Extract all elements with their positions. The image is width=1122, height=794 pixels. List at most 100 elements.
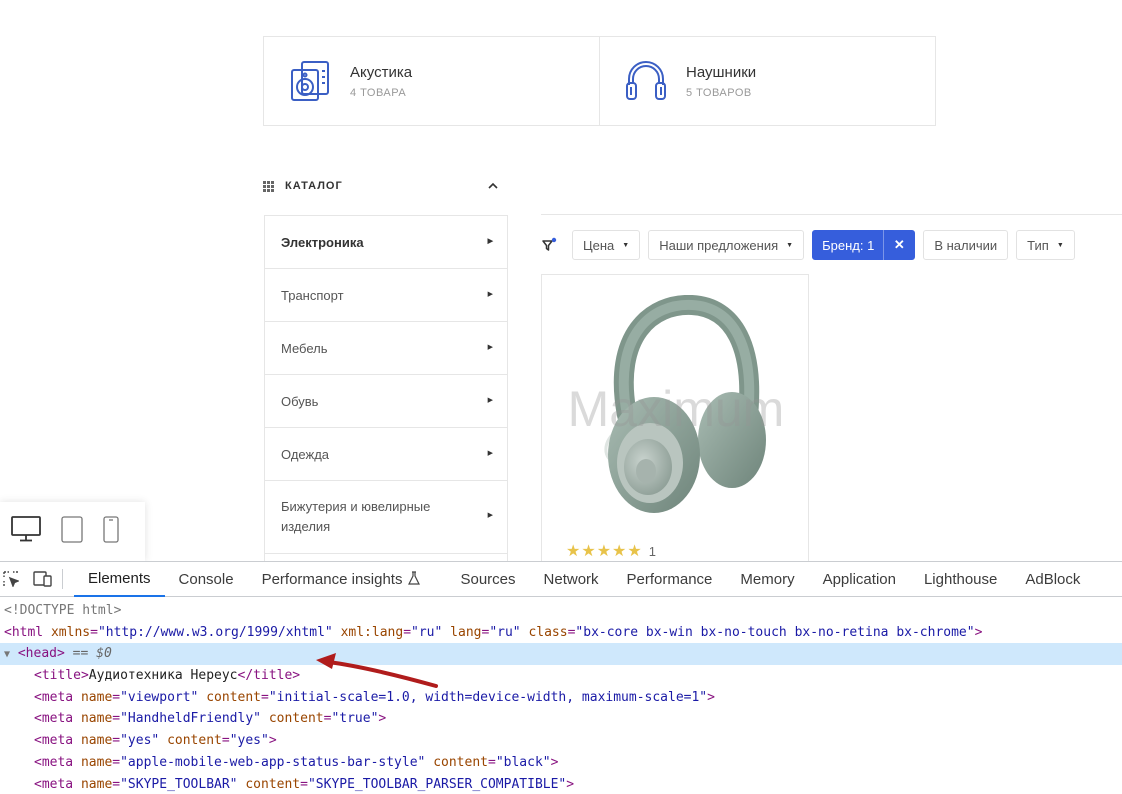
dom-node-html[interactable]: <html xmlns="http://www.w3.org/1999/xhtm…: [0, 622, 1122, 644]
caret-right-icon: ▶: [487, 450, 493, 457]
filter-label: Тип: [1027, 237, 1049, 253]
attr-value: "SKYPE_TOOLBAR": [120, 776, 238, 792]
category-card-acoustics[interactable]: Акустика 4 ТОВАРА: [264, 37, 599, 125]
sidebar-item-label: Одежда: [281, 446, 330, 462]
product-card[interactable]: Maximum ★★★★★ 1: [541, 274, 809, 561]
dom-node-head-selected[interactable]: ▼ <head> == $0: [0, 643, 1122, 666]
attr-value: "true": [331, 711, 379, 727]
sidebar-item-electronics[interactable]: Электроника ▶: [265, 216, 507, 269]
filter-type-dropdown[interactable]: Тип ▼: [1016, 230, 1075, 260]
title-text: Аудиотехника Нереус: [88, 668, 238, 684]
sidebar-item-label: Электроника: [281, 234, 364, 250]
filter-in-stock-button[interactable]: В наличии: [923, 230, 1009, 260]
filter-bar: Цена ▼ Наши предложения ▼ Бренд: 1 ✕ В н…: [541, 230, 1083, 260]
attr-value: "HandheldFriendly": [120, 711, 261, 727]
device-switcher: [0, 502, 145, 561]
tablet-icon[interactable]: [60, 515, 84, 548]
attr-value: "yes": [120, 733, 160, 749]
tab-application[interactable]: Application: [809, 562, 910, 597]
tab-lighthouse[interactable]: Lighthouse: [910, 562, 1011, 597]
tab-elements[interactable]: Elements: [74, 562, 165, 597]
attr-name: lang: [450, 624, 482, 640]
filter-offers-dropdown[interactable]: Наши предложения ▼: [648, 230, 805, 260]
dom-node-doctype[interactable]: <!DOCTYPE html>: [0, 600, 1122, 622]
dom-node-meta[interactable]: <meta name="yes" content="yes">: [0, 730, 1122, 752]
tab-network[interactable]: Network: [530, 562, 613, 597]
rating-count: 1: [648, 543, 656, 559]
dom-node-meta[interactable]: <meta name="HandheldFriendly" content="t…: [0, 708, 1122, 730]
attr-value: "SKYPE_TOOLBAR_PARSER_COMPATIBLE": [307, 776, 567, 792]
tab-sources[interactable]: Sources: [446, 562, 529, 597]
dom-node-meta[interactable]: <meta name="viewport" content="initial-s…: [0, 687, 1122, 709]
inspect-element-icon[interactable]: [0, 568, 22, 590]
headphones-icon: [624, 59, 668, 103]
filter-label: Цена: [583, 237, 615, 253]
attr-value: "ru": [489, 624, 521, 640]
title-open-tag: <title>: [34, 668, 89, 684]
sidebar-item-furniture[interactable]: Мебель ▶: [265, 322, 507, 375]
filter-label: Наши предложения: [659, 237, 779, 253]
category-card-headphones[interactable]: Наушники 5 ТОВАРОВ: [599, 37, 935, 125]
attr-name: xml:lang: [340, 624, 404, 640]
dom-node-title[interactable]: <title>Аудиотехника Нереус</title>: [0, 665, 1122, 687]
dom-node-meta[interactable]: <meta name="SKYPE_TOOLBAR" content="SKYP…: [0, 774, 1122, 794]
sidebar-item-transport[interactable]: Транспорт ▶: [265, 269, 507, 322]
filter-label: Бренд: 1: [822, 237, 875, 253]
caret-right-icon: ▶: [487, 238, 493, 245]
sidebar-item-label: Обувь: [281, 393, 319, 409]
annotation-arrow-icon: [316, 653, 438, 688]
filter-icon[interactable]: [541, 236, 559, 254]
caret-down-icon: ▼: [1056, 241, 1064, 249]
watermark-text: Maximum: [567, 381, 785, 437]
expand-triangle-icon[interactable]: ▼: [4, 649, 10, 660]
divider: [541, 214, 1122, 215]
category-cards: Акустика 4 ТОВАРА Наушники 5 ТОВАРОВ: [263, 36, 936, 126]
filter-price-dropdown[interactable]: Цена ▼: [572, 230, 641, 260]
head-tag: <head>: [17, 646, 65, 662]
devtools-panel: Elements Console Performance insights So…: [0, 561, 1122, 794]
filter-brand-active[interactable]: Бренд: 1 ✕: [812, 230, 916, 260]
doctype-text: <!DOCTYPE html>: [4, 603, 122, 618]
grid-icon: [263, 180, 274, 192]
sidebar-item-label: Транспорт: [281, 287, 344, 303]
attr-value: "initial-scale=1.0, width=device-width, …: [268, 689, 708, 705]
sidebar-item-shoes[interactable]: Обувь ▶: [265, 375, 507, 428]
attr-value: "http://www.w3.org/1999/xhtml": [97, 624, 333, 640]
device-toolbar-icon[interactable]: [32, 568, 54, 590]
speaker-icon: [288, 59, 332, 103]
devtools-tab-bar: Elements Console Performance insights So…: [0, 562, 1122, 597]
caret-down-icon: ▼: [786, 241, 794, 249]
tab-performance-insights[interactable]: Performance insights: [248, 562, 435, 597]
category-count: 5 ТОВАРОВ: [686, 87, 752, 99]
sidebar-item-label: Мебель: [281, 340, 328, 356]
desktop-icon[interactable]: [10, 515, 42, 548]
attr-value: "black": [495, 754, 551, 770]
sidebar-item-jewelry[interactable]: Бижутерия и ювелирные изделия ▶: [265, 481, 507, 554]
catalog-title: КАТАЛОГ: [285, 180, 343, 192]
catalog-header[interactable]: КАТАЛОГ: [263, 176, 508, 196]
attr-name: class: [528, 624, 568, 640]
category-count: 4 ТОВАРА: [350, 87, 407, 99]
tab-console[interactable]: Console: [165, 562, 248, 597]
caret-right-icon: ▶: [487, 291, 493, 298]
sidebar-item-clothes[interactable]: Одежда ▶: [265, 428, 507, 481]
dom-node-meta[interactable]: <meta name="apple-mobile-web-app-status-…: [0, 752, 1122, 774]
tab-memory[interactable]: Memory: [726, 562, 808, 597]
elements-tree: <!DOCTYPE html> <html xmlns="http://www.…: [0, 597, 1122, 794]
tab-label: Performance insights: [261, 570, 403, 588]
caret-right-icon: ▶: [487, 344, 493, 351]
mobile-icon[interactable]: [102, 515, 120, 548]
category-name: Акустика: [350, 64, 413, 81]
category-name: Наушники: [686, 64, 757, 81]
divider: [62, 569, 63, 589]
product-rating: ★★★★★ 1: [566, 541, 656, 561]
close-icon[interactable]: ✕: [883, 230, 914, 260]
chevron-up-icon[interactable]: [488, 178, 498, 192]
sidebar-item-label: Бижутерия и ювелирные изделия: [281, 499, 431, 534]
attr-value: "ru": [411, 624, 443, 640]
catalog-sidebar: Электроника ▶ Транспорт ▶ Мебель ▶ Обувь…: [264, 215, 508, 561]
selected-marker: == $0: [72, 646, 112, 662]
flask-icon: [408, 570, 421, 588]
tab-adblock[interactable]: AdBlock: [1011, 562, 1094, 597]
tab-performance[interactable]: Performance: [613, 562, 727, 597]
